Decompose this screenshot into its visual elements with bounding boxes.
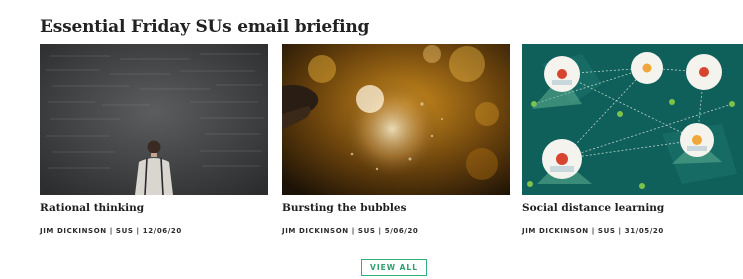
article-title[interactable]: Rational thinking (40, 202, 268, 214)
man-at-chalkboard-image[interactable] (40, 44, 268, 195)
article-card-bursting-the-bubbles[interactable]: Bursting the bubbles JIM DICKINSON | SUS… (282, 44, 510, 235)
article-title[interactable]: Social distance learning (522, 202, 743, 214)
hand-bursting-bubble-image[interactable] (282, 44, 510, 195)
article-card-social-distance-learning[interactable]: Social distance learning JIM DICKINSON |… (522, 44, 743, 235)
article-title[interactable]: Bursting the bubbles (282, 202, 510, 214)
article-meta: JIM DICKINSON | SUS | 5/06/20 (282, 227, 419, 235)
article-meta: JIM DICKINSON | SUS | 31/05/20 (522, 227, 664, 235)
article-card-rational-thinking[interactable]: Rational thinking JIM DICKINSON | SUS | … (40, 44, 268, 235)
article-meta: JIM DICKINSON | SUS | 12/06/20 (40, 227, 182, 235)
view-all-button[interactable]: VIEW ALL (361, 259, 427, 276)
section-title: Essential Friday SUs email briefing (40, 17, 370, 37)
network-people-illustration[interactable] (522, 44, 743, 195)
